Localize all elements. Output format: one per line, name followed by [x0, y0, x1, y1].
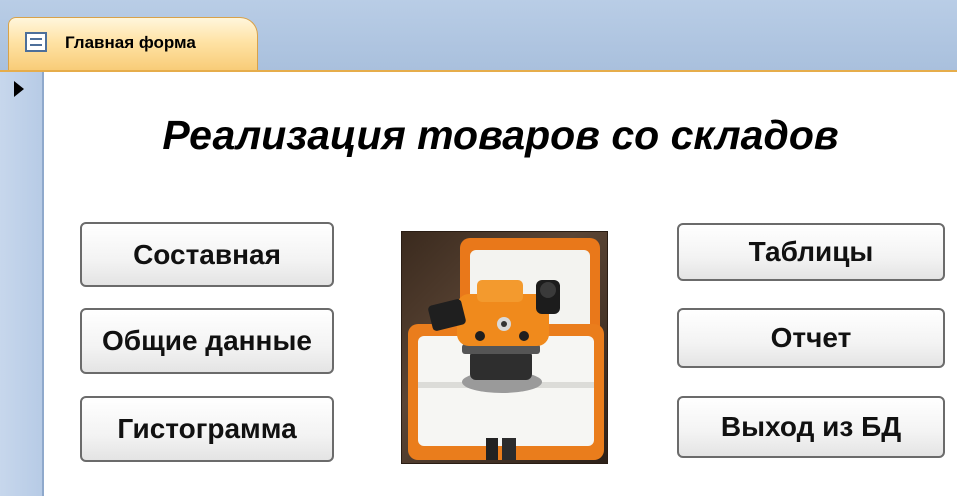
level-instrument-image — [401, 231, 608, 464]
form-icon — [25, 32, 47, 52]
tab-main-form[interactable]: Главная форма — [8, 17, 258, 70]
record-selector[interactable] — [0, 72, 44, 496]
report-button[interactable]: Отчет — [677, 308, 945, 368]
general-data-button[interactable]: Общие данные — [80, 308, 334, 374]
document-tab-strip: Главная форма — [0, 0, 957, 72]
histogram-button[interactable]: Гистограмма — [80, 396, 334, 462]
tables-button[interactable]: Таблицы — [677, 223, 945, 281]
tab-label: Главная форма — [65, 33, 196, 52]
current-record-arrow-icon — [14, 81, 24, 97]
form-title: Реализация товаров со складов — [162, 112, 839, 158]
exit-db-button[interactable]: Выход из БД — [677, 396, 945, 458]
composite-button[interactable]: Составная — [80, 222, 334, 287]
